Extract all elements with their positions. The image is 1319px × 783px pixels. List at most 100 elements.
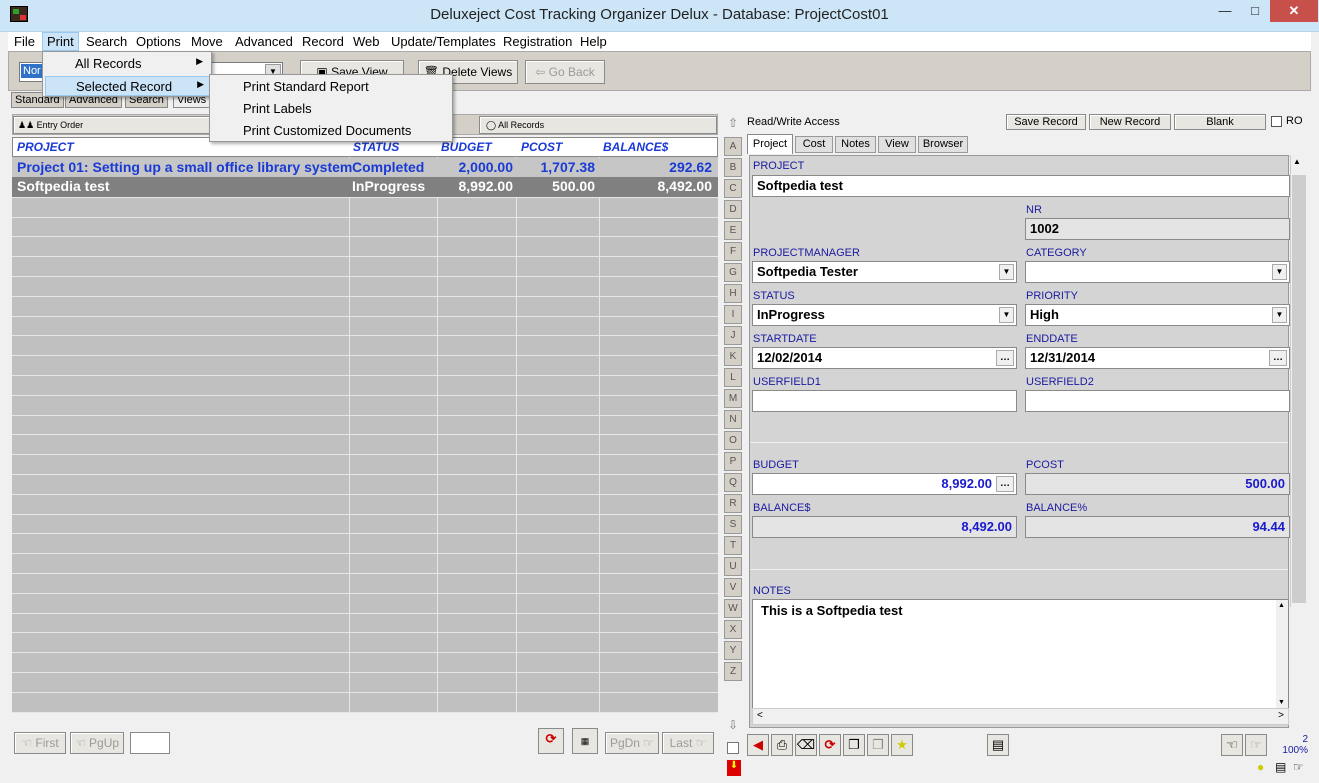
menu-move[interactable]: Move xyxy=(187,33,227,50)
category-select[interactable]: ▼ xyxy=(1025,261,1290,283)
tab-notes[interactable]: Notes xyxy=(835,136,876,153)
scroll-up-arrow-icon[interactable]: ⇧ xyxy=(725,116,741,134)
chevron-down-icon[interactable]: ▼ xyxy=(1272,307,1287,323)
menu-record[interactable]: Record xyxy=(298,33,348,50)
tab-cost[interactable]: Cost xyxy=(795,136,833,153)
col-project[interactable]: PROJECT xyxy=(17,140,74,154)
maximize-icon[interactable]: □ xyxy=(1240,0,1270,22)
chevron-down-icon[interactable]: ▼ xyxy=(999,307,1014,323)
table-row[interactable]: Project 01: Setting up a small office li… xyxy=(12,158,718,178)
menu-item-all-records[interactable]: All Records ▶ xyxy=(43,53,211,75)
scroll-up-icon[interactable]: ▲ xyxy=(1293,157,1301,166)
menu-file[interactable]: File xyxy=(10,33,39,50)
scroll-down-icon[interactable]: ▼ xyxy=(1278,699,1285,706)
pgup-button[interactable]: ☜ PgUp xyxy=(70,732,124,754)
paste-record-icon[interactable]: ❐ xyxy=(867,734,889,756)
alpha-jump-b[interactable]: B xyxy=(724,158,742,177)
menu-advanced[interactable]: Advanced xyxy=(231,33,297,50)
record-number-input[interactable] xyxy=(130,732,170,754)
scroll-up-icon[interactable]: ▲ xyxy=(1278,602,1285,609)
scroll-down-arrow-icon[interactable]: ⇩ xyxy=(725,718,741,736)
alpha-jump-o[interactable]: O xyxy=(724,431,742,450)
balance-percent-field[interactable]: 94.44 xyxy=(1025,516,1290,538)
userfield2-input[interactable] xyxy=(1025,390,1290,412)
print-labels[interactable]: Print Labels xyxy=(243,101,312,116)
menu-options[interactable]: Options xyxy=(132,33,185,50)
alpha-jump-u[interactable]: U xyxy=(724,557,742,576)
menu-help[interactable]: Help xyxy=(576,33,611,50)
tab-browser[interactable]: Browser xyxy=(918,136,968,153)
tab-view[interactable]: View xyxy=(878,136,916,153)
arrow-left-icon[interactable]: ◀ xyxy=(747,734,769,756)
col-budget[interactable]: BUDGET xyxy=(441,140,492,154)
lightbulb-icon[interactable]: ★ xyxy=(891,734,913,756)
budget-field[interactable]: 8,992.00… xyxy=(752,473,1017,495)
project-manager-select[interactable]: Softpedia Tester ▼ xyxy=(752,261,1017,283)
trash-icon[interactable]: ⌫ xyxy=(795,734,817,756)
alpha-jump-r[interactable]: R xyxy=(724,494,742,513)
date-picker-icon[interactable]: … xyxy=(996,350,1014,366)
copy-record-icon[interactable]: ❐ xyxy=(843,734,865,756)
tab-project[interactable]: Project xyxy=(747,134,793,154)
alpha-jump-y[interactable]: Y xyxy=(724,641,742,660)
alpha-jump-p[interactable]: P xyxy=(724,452,742,471)
alpha-jump-d[interactable]: D xyxy=(724,200,742,219)
export-icon[interactable]: ▤ xyxy=(987,734,1009,756)
enddate-field[interactable]: 12/31/2014… xyxy=(1025,347,1290,369)
alpha-jump-s[interactable]: S xyxy=(724,515,742,534)
alpha-jump-v[interactable]: V xyxy=(724,578,742,597)
alpha-jump-f[interactable]: F xyxy=(724,242,742,261)
last-button[interactable]: Last ☞ xyxy=(662,732,714,754)
notes-textarea[interactable]: This is a Softpedia test xyxy=(752,599,1289,709)
menu-web[interactable]: Web xyxy=(349,33,384,50)
calculator-icon[interactable]: … xyxy=(996,476,1014,492)
pgdn-button[interactable]: PgDn ☞ xyxy=(605,732,659,754)
hand-pointer-icon[interactable]: ☞ xyxy=(1293,760,1304,774)
new-record-button[interactable]: New Record xyxy=(1089,114,1171,130)
print-customized-documents[interactable]: Print Customized Documents xyxy=(243,123,411,138)
chevron-down-icon[interactable]: ▼ xyxy=(1272,264,1287,280)
form-hscrollbar[interactable]: < > xyxy=(752,708,1289,725)
scroll-thumb[interactable] xyxy=(1292,175,1306,603)
menu-registration[interactable]: Registration xyxy=(499,33,576,50)
status-select[interactable]: InProgress ▼ xyxy=(752,304,1017,326)
alpha-jump-l[interactable]: L xyxy=(724,368,742,387)
hand-right-icon[interactable]: ☞ xyxy=(1245,734,1267,756)
menu-update-templates[interactable]: Update/Templates xyxy=(387,33,500,50)
alpha-jump-k[interactable]: K xyxy=(724,347,742,366)
date-picker-icon[interactable]: … xyxy=(1269,350,1287,366)
print-standard-report[interactable]: Print Standard Report xyxy=(243,79,369,94)
alpha-jump-q[interactable]: Q xyxy=(724,473,742,492)
alpha-jump-i[interactable]: I xyxy=(724,305,742,324)
first-button[interactable]: ☜ First xyxy=(14,732,66,754)
exit-arrow-icon[interactable]: ⬇ xyxy=(727,760,741,776)
alpha-jump-h[interactable]: H xyxy=(724,284,742,303)
alpha-jump-c[interactable]: C xyxy=(724,179,742,198)
go-back-button[interactable]: ⇦ Go Back xyxy=(525,60,605,84)
nr-field[interactable]: 1002 xyxy=(1025,218,1290,240)
refresh-icon[interactable]: ⟳ xyxy=(819,734,841,756)
scroll-left-icon[interactable]: < xyxy=(757,710,763,721)
col-status[interactable]: STATUS xyxy=(353,140,399,154)
tip-icon[interactable]: ● xyxy=(1257,760,1264,774)
menu-search[interactable]: Search xyxy=(82,33,131,50)
form-scrollbar[interactable]: ▲ xyxy=(1290,155,1307,607)
menu-item-selected-record[interactable]: Selected Record ▶ xyxy=(45,76,211,96)
printer-icon[interactable]: ⎙ xyxy=(771,734,793,756)
col-balance[interactable]: BALANCE$ xyxy=(603,140,668,154)
chevron-down-icon[interactable]: ▼ xyxy=(999,264,1014,280)
pages-icon[interactable]: ▤ xyxy=(1275,760,1286,774)
save-record-button[interactable]: Save Record xyxy=(1006,114,1086,130)
hand-left-icon[interactable]: ☜ xyxy=(1221,734,1243,756)
all-records-button[interactable]: ◯ All Records xyxy=(479,116,717,134)
blank-button[interactable]: Blank xyxy=(1174,114,1266,130)
refresh-icon[interactable]: ⟳ xyxy=(538,728,564,754)
alpha-jump-t[interactable]: T xyxy=(724,536,742,555)
alpha-jump-n[interactable]: N xyxy=(724,410,742,429)
scroll-right-icon[interactable]: > xyxy=(1278,710,1284,721)
priority-select[interactable]: High ▼ xyxy=(1025,304,1290,326)
menu-print[interactable]: Print xyxy=(42,32,79,51)
notes-scrollbar[interactable]: ▲ ▼ xyxy=(1276,600,1288,708)
alpha-jump-z[interactable]: Z xyxy=(724,662,742,681)
pcost-field[interactable]: 500.00 xyxy=(1025,473,1290,495)
